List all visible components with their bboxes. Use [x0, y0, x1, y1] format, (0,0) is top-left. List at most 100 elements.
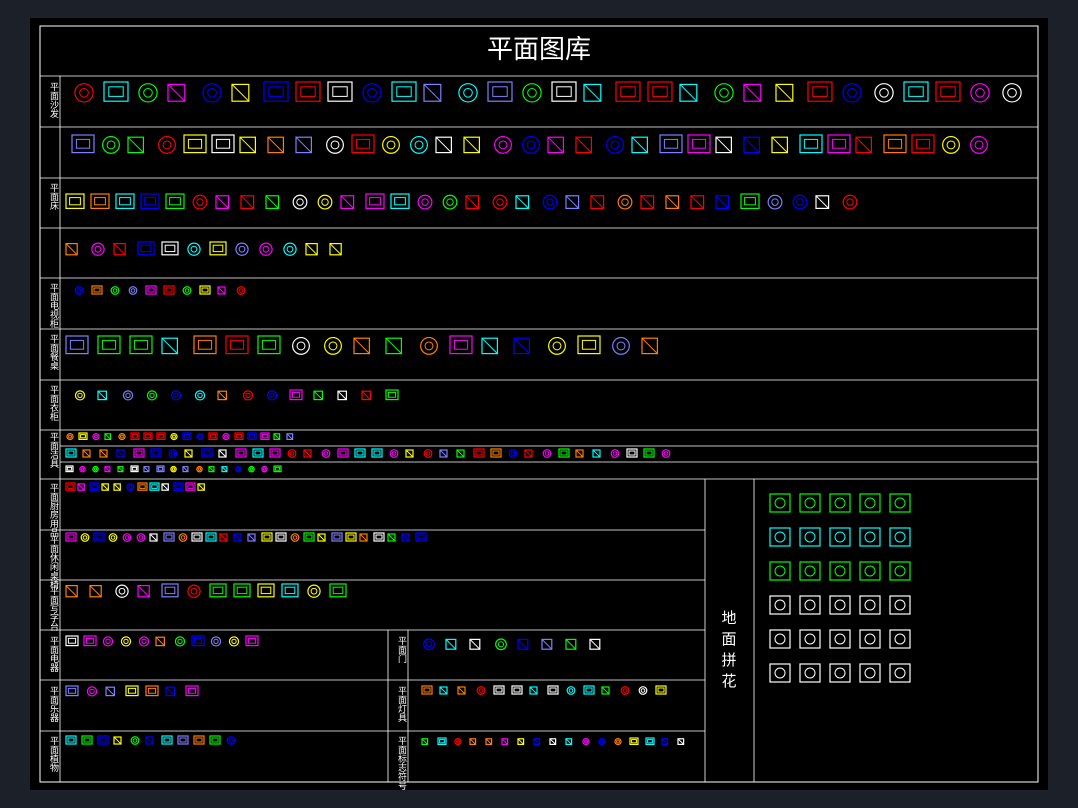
floor-tile — [889, 663, 911, 683]
furniture-symbol — [324, 336, 342, 355]
furniture-symbol — [303, 532, 315, 542]
furniture-symbol — [827, 134, 851, 154]
furniture-symbol — [501, 738, 509, 745]
furniture-symbol — [371, 448, 383, 458]
furniture-symbol — [161, 483, 169, 491]
floor-tile — [799, 595, 821, 615]
furniture-symbol — [218, 449, 227, 458]
furniture-symbol — [935, 81, 961, 102]
furniture-symbol — [155, 636, 165, 647]
floor-tile — [859, 561, 881, 581]
furniture-symbol — [217, 390, 227, 401]
furniture-symbol — [643, 448, 655, 458]
furniture-symbol — [575, 449, 584, 458]
furniture-symbol — [140, 193, 160, 209]
furniture-symbol — [210, 636, 222, 647]
furniture-symbol — [615, 81, 641, 102]
furniture-symbol — [102, 636, 114, 647]
furniture-symbol — [714, 83, 734, 103]
furniture-symbol — [598, 737, 606, 746]
furniture-symbol — [101, 483, 109, 491]
furniture-symbol — [65, 532, 77, 542]
page-title: 平面图库 — [487, 35, 591, 65]
furniture-symbol — [340, 195, 355, 210]
furniture-symbol — [247, 432, 257, 441]
furniture-symbol — [508, 449, 518, 458]
furniture-symbol — [83, 635, 97, 647]
row-label-symbols: 平面标志符号 — [398, 736, 407, 790]
furniture-symbol — [219, 533, 228, 542]
furniture-symbol — [469, 738, 477, 745]
furniture-symbol — [158, 135, 176, 154]
furniture-symbol — [113, 483, 121, 491]
furniture-symbol — [517, 738, 525, 745]
furniture-symbol — [110, 286, 120, 295]
furniture-symbol — [269, 448, 281, 458]
furniture-symbol — [145, 685, 159, 697]
furniture-symbol — [469, 638, 481, 650]
furniture-symbol — [575, 136, 592, 154]
furniture-symbol — [493, 685, 505, 695]
furniture-symbol — [273, 433, 281, 440]
furniture-symbol — [307, 584, 321, 598]
furniture-symbol — [199, 285, 211, 295]
furniture-symbol — [65, 635, 79, 647]
furniture-symbol — [167, 83, 186, 102]
furniture-symbol — [631, 136, 648, 154]
furniture-symbol — [511, 685, 523, 695]
furniture-symbol — [97, 335, 121, 355]
furniture-symbol — [65, 465, 74, 473]
furniture-symbol — [583, 83, 602, 102]
furniture-symbol — [89, 584, 102, 598]
furniture-symbol — [133, 448, 145, 458]
furniture-symbol — [165, 193, 185, 209]
furniture-symbol — [208, 466, 215, 473]
furniture-symbol — [353, 337, 370, 355]
furniture-symbol — [541, 638, 553, 650]
furniture-symbol — [287, 449, 297, 458]
furniture-symbol — [970, 135, 988, 154]
furniture-symbol — [120, 636, 132, 647]
row-label-plants: 平面植物 — [50, 736, 59, 774]
furniture-symbol — [74, 286, 84, 295]
furniture-symbol — [481, 337, 498, 355]
furniture-symbol — [401, 533, 410, 542]
furniture-symbol — [91, 242, 105, 256]
furniture-symbol — [387, 533, 396, 542]
furniture-symbol — [191, 532, 203, 542]
floor-tile — [769, 595, 791, 615]
cad-sheet: 平面图库 平面沙发平面床平面电视柜平面餐桌平面衣柜平面洁具平面厨房用品平面休闲桌… — [39, 25, 1039, 790]
furniture-symbol — [421, 685, 433, 695]
furniture-symbol — [182, 286, 192, 295]
floor-pattern-label: 地面拼花 — [721, 609, 736, 690]
furniture-symbol — [143, 466, 150, 473]
furniture-symbol — [247, 533, 256, 542]
furniture-symbol — [601, 686, 610, 695]
furniture-symbol — [286, 433, 294, 440]
furniture-symbol — [641, 337, 658, 355]
furniture-symbol — [137, 241, 155, 256]
furniture-symbol — [104, 466, 111, 473]
furniture-symbol — [182, 432, 192, 441]
grid-lines — [40, 75, 1038, 782]
furniture-symbol — [329, 583, 347, 598]
furniture-symbol — [405, 449, 414, 458]
furniture-symbol — [197, 483, 205, 491]
furniture-symbol — [145, 736, 154, 745]
furniture-symbol — [423, 83, 442, 102]
furniture-symbol — [149, 482, 160, 491]
furniture-symbol — [65, 448, 77, 458]
furniture-symbol — [449, 335, 473, 355]
furniture-symbol — [435, 136, 452, 154]
furniture-symbol — [130, 465, 139, 473]
furniture-symbol — [305, 243, 318, 256]
furniture-symbol — [86, 686, 98, 697]
furniture-symbol — [103, 81, 129, 102]
furniture-symbol — [196, 465, 203, 473]
furniture-symbol — [260, 432, 270, 441]
furniture-symbol — [193, 335, 217, 355]
furniture-symbol — [740, 193, 760, 209]
furniture-symbol — [165, 686, 175, 697]
furniture-symbol — [261, 465, 268, 473]
furniture-symbol — [303, 449, 312, 458]
